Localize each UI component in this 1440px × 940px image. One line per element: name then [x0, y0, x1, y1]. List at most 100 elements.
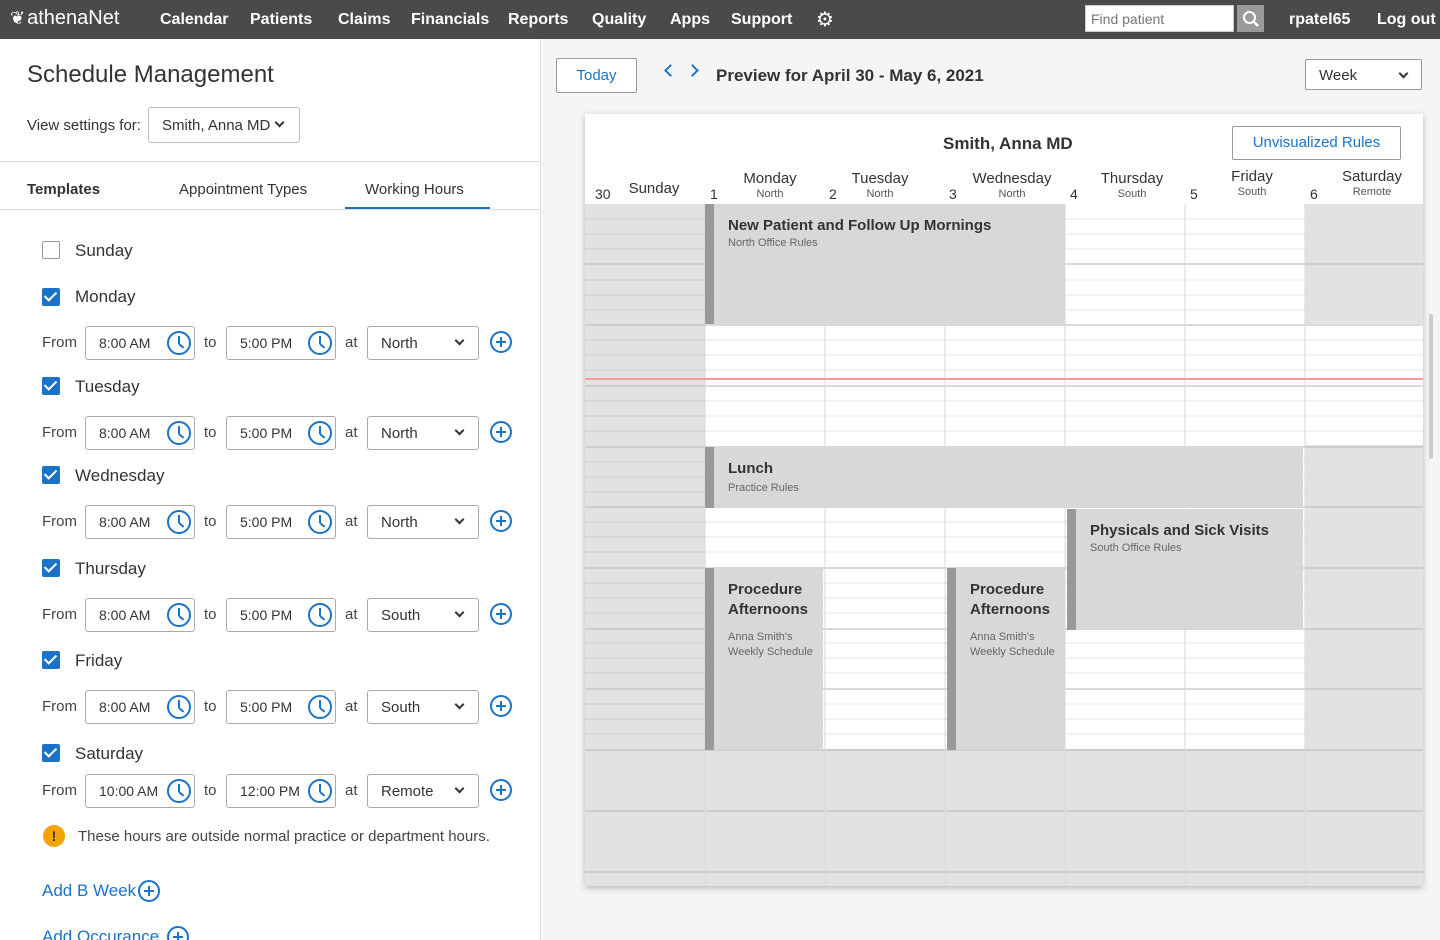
search-button[interactable]: [1237, 5, 1264, 32]
tuesday-to-time-input[interactable]: 5:00 PM: [226, 416, 336, 450]
clock-icon[interactable]: [308, 603, 332, 627]
friday-checkbox[interactable]: [42, 651, 60, 669]
tab-appointment-types[interactable]: Appointment Types: [179, 181, 307, 198]
saturday-from-time-input[interactable]: 10:00 AM: [85, 774, 195, 808]
wednesday-checkbox[interactable]: [42, 466, 60, 484]
block-title: Procedure Afternoons: [970, 581, 1050, 618]
add-hours-icon[interactable]: [490, 603, 512, 625]
tuesday-from-time-input[interactable]: 8:00 AM: [85, 416, 195, 450]
nav-claims[interactable]: Claims: [338, 11, 390, 29]
find-patient-input[interactable]: [1085, 5, 1234, 32]
add-hours-icon[interactable]: [490, 779, 512, 801]
from-label: From: [42, 424, 77, 441]
from-label: From: [42, 334, 77, 351]
tab-templates[interactable]: Templates: [27, 181, 100, 198]
monday-from-time-input[interactable]: 8:00 AM: [85, 326, 195, 360]
hours-warning-text: These hours are outside normal practice …: [78, 828, 490, 845]
clock-icon[interactable]: [308, 331, 332, 355]
nav-calendar[interactable]: Calendar: [160, 11, 228, 29]
add-hours-icon[interactable]: [490, 421, 512, 443]
clock-icon[interactable]: [167, 779, 191, 803]
clock-icon[interactable]: [167, 510, 191, 534]
saturday-to-time-input[interactable]: 12:00 PM: [226, 774, 336, 808]
chevron-down-icon: [454, 783, 465, 794]
nav-apps[interactable]: Apps: [670, 11, 710, 29]
thursday-checkbox[interactable]: [42, 559, 60, 577]
time-value: 8:00 AM: [99, 425, 151, 441]
chevron-down-icon: [454, 514, 465, 525]
nav-reports[interactable]: Reports: [508, 11, 568, 29]
time-value: 8:00 AM: [99, 699, 151, 715]
day-location: South: [1237, 186, 1267, 198]
clock-icon[interactable]: [167, 695, 191, 719]
schedule-block[interactable]: Lunch Practice Rules: [705, 447, 1303, 508]
add-b-week-icon[interactable]: [138, 880, 160, 902]
thursday-location-select[interactable]: South: [367, 598, 479, 632]
at-label: at: [345, 606, 358, 623]
add-occurance-icon[interactable]: [167, 926, 189, 940]
clock-icon[interactable]: [167, 331, 191, 355]
nav-financials[interactable]: Financials: [411, 11, 489, 29]
provider-select[interactable]: Smith, Anna MD: [148, 107, 300, 143]
previous-week-icon[interactable]: [664, 64, 677, 77]
add-hours-icon[interactable]: [490, 510, 512, 532]
time-value: 5:00 PM: [240, 335, 293, 351]
today-button[interactable]: Today: [556, 58, 637, 93]
friday-from-time-input[interactable]: 8:00 AM: [85, 690, 195, 724]
to-label: to: [204, 782, 217, 799]
clock-icon[interactable]: [167, 603, 191, 627]
saturday-location-select[interactable]: Remote: [367, 774, 479, 808]
top-navigation-bar: ❦ athenaNet Calendar Patients Claims Fin…: [0, 0, 1440, 39]
day-label-tuesday: Tuesday: [75, 377, 140, 396]
block-title: New Patient and Follow Up Mornings: [728, 217, 992, 234]
add-b-week-link[interactable]: Add B Week: [42, 881, 136, 901]
username-link[interactable]: rpatel65: [1289, 11, 1350, 29]
day-label-wednesday: Wednesday: [75, 466, 165, 485]
to-label: to: [204, 513, 217, 530]
tab-working-hours[interactable]: Working Hours: [365, 181, 464, 198]
schedule-block[interactable]: Physicals and Sick Visits South Office R…: [1067, 509, 1303, 630]
thursday-to-time-input[interactable]: 5:00 PM: [226, 598, 336, 632]
saturday-checkbox[interactable]: [42, 744, 60, 762]
unvisualized-rules-button[interactable]: Unvisualized Rules: [1232, 126, 1401, 160]
wednesday-location-select[interactable]: North: [367, 505, 479, 539]
nav-support[interactable]: Support: [731, 11, 792, 29]
tuesday-location-select[interactable]: North: [367, 416, 479, 450]
view-range-select[interactable]: Week: [1305, 59, 1422, 90]
monday-location-select[interactable]: North: [367, 326, 479, 360]
friday-to-time-input[interactable]: 5:00 PM: [226, 690, 336, 724]
schedule-block[interactable]: Procedure Afternoons Anna Smith's Weekly…: [947, 568, 1065, 750]
gear-icon[interactable]: ⚙: [816, 7, 834, 32]
clock-icon[interactable]: [167, 421, 191, 445]
brand-name: athenaNet: [27, 7, 120, 29]
day-label-sunday: Sunday: [75, 241, 133, 260]
wednesday-to-time-input[interactable]: 5:00 PM: [226, 505, 336, 539]
athena-leaf-icon: ❦: [10, 8, 26, 28]
location-value: North: [381, 335, 418, 352]
tuesday-checkbox[interactable]: [42, 377, 60, 395]
add-occurance-link[interactable]: Add Occurance: [42, 927, 159, 940]
clock-icon[interactable]: [308, 421, 332, 445]
nav-quality[interactable]: Quality: [592, 11, 646, 29]
clock-icon[interactable]: [308, 695, 332, 719]
athenanet-logo[interactable]: ❦ athenaNet: [10, 7, 119, 30]
clock-icon[interactable]: [308, 510, 332, 534]
clock-icon[interactable]: [308, 779, 332, 803]
friday-location-select[interactable]: South: [367, 690, 479, 724]
schedule-block[interactable]: Procedure Afternoons Anna Smith's Weekly…: [705, 568, 823, 750]
sunday-checkbox[interactable]: [42, 241, 60, 259]
next-week-icon[interactable]: [686, 64, 699, 77]
day-location: North: [866, 188, 894, 200]
thursday-from-time-input[interactable]: 8:00 AM: [85, 598, 195, 632]
monday-to-time-input[interactable]: 5:00 PM: [226, 326, 336, 360]
logout-link[interactable]: Log out: [1377, 11, 1436, 29]
monday-checkbox[interactable]: [42, 288, 60, 306]
schedule-block[interactable]: New Patient and Follow Up Mornings North…: [705, 204, 1065, 324]
add-hours-icon[interactable]: [490, 331, 512, 353]
nav-patients[interactable]: Patients: [250, 11, 312, 29]
add-hours-icon[interactable]: [490, 695, 512, 717]
calendar-scrollbar[interactable]: [1429, 314, 1433, 459]
location-value: North: [381, 425, 418, 442]
wednesday-from-time-input[interactable]: 8:00 AM: [85, 505, 195, 539]
from-label: From: [42, 782, 77, 799]
